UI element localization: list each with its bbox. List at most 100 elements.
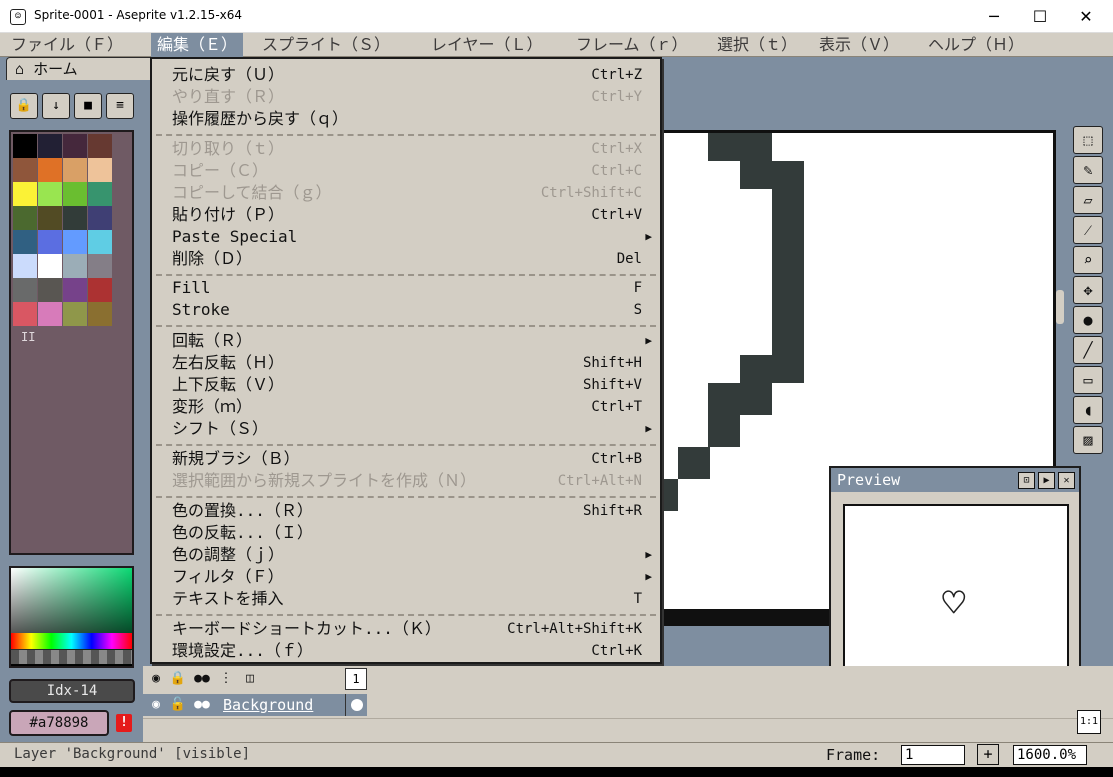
sort-icon[interactable]: ↓ xyxy=(42,93,70,119)
menu-item-copy-merged[interactable]: コピーして結合（ｇ） Ctrl+Shift+C xyxy=(172,182,642,204)
palette-swatch[interactable] xyxy=(13,254,37,278)
palette-swatch[interactable] xyxy=(88,254,112,278)
menu-item-rotate[interactable]: 回転（Ｒ） ▶ xyxy=(172,330,652,352)
menu-item-keyboard-shortcuts[interactable]: キーボードショートカット...（Ｋ） Ctrl+Alt+Shift+K xyxy=(172,618,642,640)
menu-item-delete[interactable]: 削除（Ｄ） Del xyxy=(172,248,642,270)
layer-name[interactable]: Background xyxy=(223,694,313,716)
palette-swatch[interactable] xyxy=(13,158,37,182)
rectangle-tool-icon[interactable]: ▭ xyxy=(1073,366,1103,394)
palette-swatch[interactable] xyxy=(88,302,112,326)
menu-sprite[interactable]: スプライト（Ｓ） xyxy=(256,33,396,57)
menu-view[interactable]: 表示（Ｖ） xyxy=(813,33,905,57)
menu-item-preferences[interactable]: 環境設定...（ｆ） Ctrl+K xyxy=(172,640,642,662)
layer-lock-icon[interactable]: 🔓 xyxy=(167,694,189,716)
palette-swatch[interactable] xyxy=(38,134,62,158)
link-icon[interactable]: ⋮ xyxy=(215,668,237,690)
menu-frame[interactable]: フレーム（ｒ） xyxy=(570,33,694,57)
palette-swatch[interactable] xyxy=(13,206,37,230)
palette-swatch[interactable] xyxy=(63,254,87,278)
frame-header-1[interactable]: 1 xyxy=(345,668,367,690)
lock-layer-icon[interactable]: 🔒 xyxy=(167,668,189,690)
menu-item-shift[interactable]: シフト（Ｓ） ▶ xyxy=(172,418,652,440)
palette-swatch[interactable] xyxy=(88,158,112,182)
palette-swatch[interactable] xyxy=(63,302,87,326)
fill-tool-icon[interactable]: ● xyxy=(1073,306,1103,334)
tab-home[interactable]: ⌂ ホーム xyxy=(6,57,156,80)
palette-swatch[interactable] xyxy=(38,206,62,230)
vertical-scrollbar[interactable] xyxy=(1056,290,1064,324)
warning-icon[interactable]: ! xyxy=(116,714,132,732)
move-tool-icon[interactable]: ✥ xyxy=(1073,276,1103,304)
layer-row[interactable]: ◉ 🔓 ●● Background xyxy=(143,694,367,716)
menu-item-new-brush[interactable]: 新規ブラシ（Ｂ） Ctrl+B xyxy=(172,448,642,470)
preview-close-icon[interactable]: ✕ xyxy=(1058,472,1075,489)
palette-swatch[interactable] xyxy=(88,278,112,302)
menu-item-cut[interactable]: 切り取り（ｔ） Ctrl+X xyxy=(172,138,642,160)
hue-slider[interactable] xyxy=(11,633,132,649)
palette-swatch[interactable] xyxy=(88,182,112,206)
palette-swatch[interactable] xyxy=(63,206,87,230)
lock-icon[interactable]: 🔒 xyxy=(10,93,38,119)
presets-icon[interactable]: ■ xyxy=(74,93,102,119)
palette-swatch[interactable] xyxy=(38,278,62,302)
menu-item-new-sprite-from-selection[interactable]: 選択範囲から新規スプライトを作成（Ｎ） Ctrl+Alt+N xyxy=(172,470,642,492)
contour-tool-icon[interactable]: ◖ xyxy=(1073,396,1103,424)
onion-skin-icon[interactable]: ◫ xyxy=(239,668,261,690)
options-icon[interactable]: ≡ xyxy=(106,93,134,119)
menu-item-copy[interactable]: コピー（Ｃ） Ctrl+C xyxy=(172,160,642,182)
maximize-button[interactable]: ☐ xyxy=(1017,0,1063,33)
continuous-icon[interactable]: ●● xyxy=(191,668,213,690)
zoom-tool-icon[interactable]: ⌕ xyxy=(1073,246,1103,274)
preview-center-icon[interactable]: ⊡ xyxy=(1018,472,1035,489)
palette-swatch[interactable] xyxy=(63,230,87,254)
palette-swatch[interactable] xyxy=(13,182,37,206)
frame-input[interactable]: 1 xyxy=(901,745,965,765)
palette-swatch[interactable] xyxy=(38,158,62,182)
menu-edit[interactable]: 編集（Ｅ） xyxy=(151,33,244,57)
eyedropper-tool-icon[interactable]: ⁄ xyxy=(1073,216,1103,244)
menu-item-paste[interactable]: 貼り付け（Ｐ） Ctrl+V xyxy=(172,204,642,226)
menu-item-invert-color[interactable]: 色の反転...（Ｉ） xyxy=(172,522,642,544)
menu-item-paste-special[interactable]: Paste Special ▶ xyxy=(172,226,652,248)
palette-swatch[interactable] xyxy=(38,254,62,278)
layer-visibility-icon[interactable]: ◉ xyxy=(145,694,167,716)
palette-swatch[interactable] xyxy=(63,278,87,302)
line-tool-icon[interactable]: ╱ xyxy=(1073,336,1103,364)
menu-item-flip-horizontal[interactable]: 左右反転（Ｈ） Shift+H xyxy=(172,352,642,374)
close-button[interactable]: ✕ xyxy=(1063,0,1109,33)
palette-swatch[interactable] xyxy=(13,278,37,302)
zoom-input[interactable]: 1600.0% xyxy=(1013,745,1087,765)
palette-swatch[interactable] xyxy=(38,302,62,326)
zoom-reset-button[interactable]: 1:1 xyxy=(1077,710,1101,734)
menu-item-fill[interactable]: Fill F xyxy=(172,277,642,299)
menu-item-flip-vertical[interactable]: 上下反転（Ｖ） Shift+V xyxy=(172,374,642,396)
add-frame-button[interactable]: + xyxy=(977,744,999,765)
palette-swatch[interactable] xyxy=(63,182,87,206)
menu-item-redo[interactable]: やり直す（Ｒ） Ctrl+Y xyxy=(172,86,642,108)
menu-help[interactable]: ヘルプ（Ｈ） xyxy=(922,33,1030,57)
menu-item-adjustments[interactable]: 色の調整（ｊ） ▶ xyxy=(172,544,652,566)
alpha-slider[interactable] xyxy=(11,650,132,664)
minimize-button[interactable]: ─ xyxy=(971,0,1017,33)
marquee-tool-icon[interactable]: ⬚ xyxy=(1073,126,1103,154)
cel[interactable] xyxy=(345,694,367,716)
palette-swatch[interactable] xyxy=(88,134,112,158)
visibility-icon[interactable]: ◉ xyxy=(145,668,167,690)
pencil-tool-icon[interactable]: ✎ xyxy=(1073,156,1103,184)
palette-swatch[interactable] xyxy=(38,182,62,206)
palette-swatch[interactable] xyxy=(63,158,87,182)
palette-swatch[interactable] xyxy=(88,230,112,254)
palette-resize-handle[interactable]: II xyxy=(21,330,35,344)
menu-item-replace-color[interactable]: 色の置換...（Ｒ） Shift+R xyxy=(172,500,642,522)
palette-swatch[interactable] xyxy=(13,230,37,254)
eraser-tool-icon[interactable]: ▱ xyxy=(1073,186,1103,214)
menu-item-filters[interactable]: フィルタ（Ｆ） ▶ xyxy=(172,566,652,588)
menu-item-undo-history[interactable]: 操作履歴から戻す（ｑ） xyxy=(172,108,642,130)
palette-swatch[interactable] xyxy=(13,134,37,158)
menu-item-stroke[interactable]: Stroke S xyxy=(172,299,642,321)
color-hex-button[interactable]: #a78898 xyxy=(9,710,109,736)
preview-play-icon[interactable]: ▶ xyxy=(1038,472,1055,489)
palette-swatch[interactable] xyxy=(63,134,87,158)
palette-swatch[interactable] xyxy=(88,206,112,230)
menu-item-transform[interactable]: 変形（ｍ） Ctrl+T xyxy=(172,396,642,418)
